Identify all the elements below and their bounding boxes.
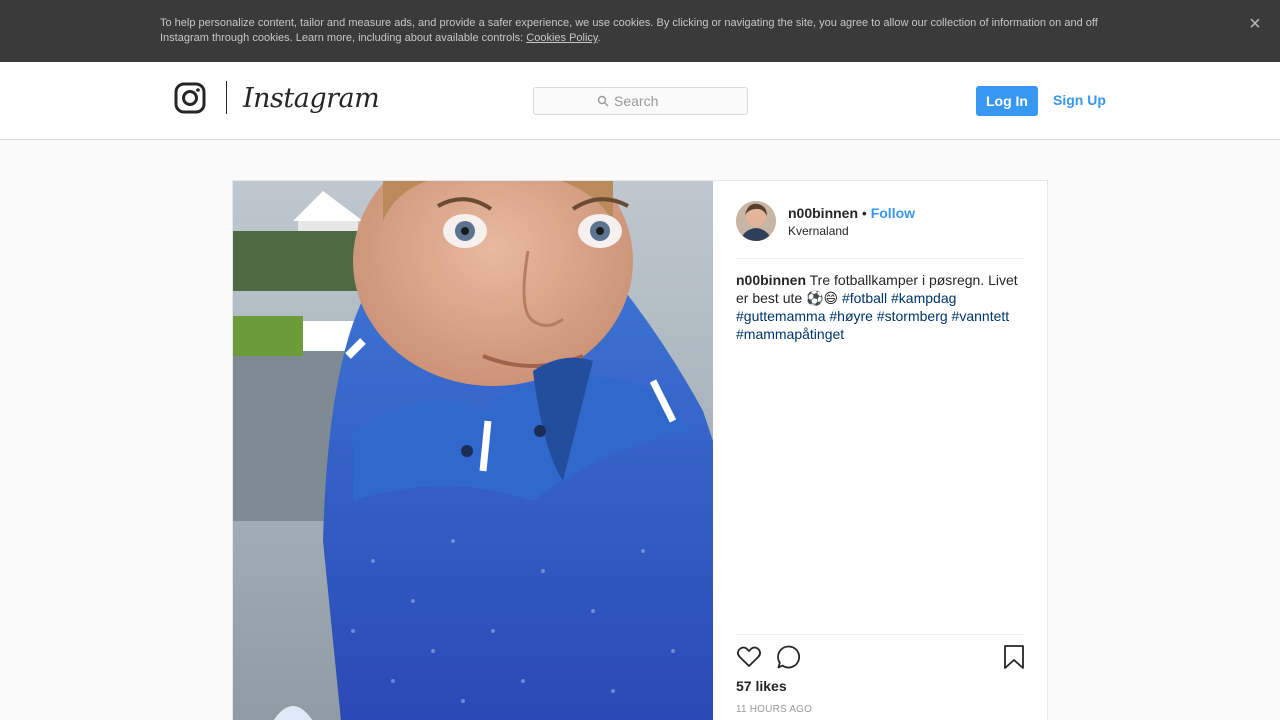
follow-button[interactable]: Follow (871, 205, 915, 221)
heart-icon[interactable] (736, 644, 762, 670)
post-caption: n00binnen Tre fotballkamper i pøsregn. L… (736, 271, 1024, 343)
hashtag-link[interactable]: #høyre (829, 308, 873, 324)
caption-username[interactable]: n00binnen (736, 272, 806, 288)
hashtag-link[interactable]: #mammapåtinget (736, 326, 844, 342)
logo-divider (226, 81, 227, 114)
instagram-wordmark[interactable]: Instagram (243, 79, 380, 119)
comment-icon[interactable] (776, 644, 802, 670)
hashtag-link[interactable]: #stormberg (877, 308, 948, 324)
cookie-text: To help personalize content, tailor and … (160, 16, 1120, 46)
cookie-message: To help personalize content, tailor and … (160, 17, 1098, 44)
sign-up-link[interactable]: Sign Up (1053, 86, 1106, 116)
post-actions (736, 634, 1024, 682)
search-icon (597, 95, 609, 107)
post-timestamp[interactable]: 11 HOURS AGO (736, 704, 812, 715)
bookmark-icon[interactable] (1001, 644, 1027, 670)
hashtag-link[interactable]: #guttemamma (736, 308, 825, 324)
post-sidebar: n00binnen • Follow Kvernaland n00binnen … (736, 181, 1024, 720)
instagram-glyph-icon[interactable] (174, 82, 206, 114)
post-photo[interactable] (233, 181, 713, 720)
post-header: n00binnen • Follow Kvernaland (736, 201, 1024, 259)
hashtag-link[interactable]: #fotball (842, 290, 887, 306)
cookies-policy-link[interactable]: Cookies Policy (526, 32, 597, 44)
avatar[interactable] (736, 201, 776, 241)
cookie-banner: To help personalize content, tailor and … (0, 0, 1280, 62)
search-box[interactable] (533, 87, 748, 115)
hashtag-link[interactable]: #vanntett (952, 308, 1010, 324)
post-username[interactable]: n00binnen (788, 205, 858, 221)
close-icon[interactable]: × (1246, 14, 1264, 34)
post-card: n00binnen • Follow Kvernaland n00binnen … (232, 180, 1048, 720)
post-location[interactable]: Kvernaland (788, 224, 849, 238)
cookie-period: . (597, 32, 601, 44)
top-navigation: Instagram Log In Sign Up (0, 62, 1280, 140)
separator-dot: • (858, 205, 871, 221)
log-in-button[interactable]: Log In (976, 86, 1038, 116)
likes-count[interactable]: 57 likes (736, 678, 787, 694)
hashtag-link[interactable]: #kampdag (891, 290, 956, 306)
post-author-line: n00binnen • Follow (788, 204, 915, 222)
search-input[interactable] (614, 93, 684, 109)
